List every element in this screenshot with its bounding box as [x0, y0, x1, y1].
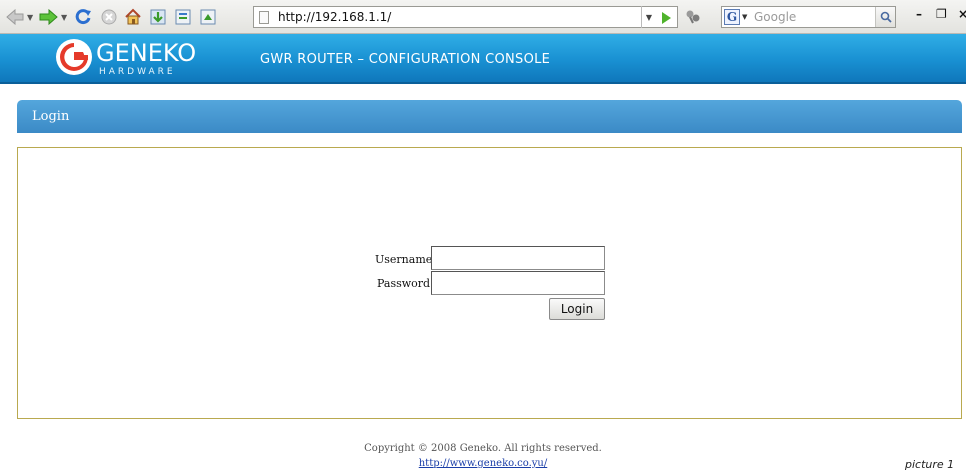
search-icon	[880, 11, 892, 23]
forward-button[interactable]	[38, 7, 58, 27]
close-button[interactable]: ×	[958, 7, 966, 21]
search-input[interactable]	[754, 7, 874, 27]
stop-icon	[101, 9, 117, 25]
url-history-dropdown[interactable]: ▼	[641, 6, 656, 28]
search-bar[interactable]: G ▼	[721, 6, 896, 28]
geneko-logo-icon	[56, 39, 92, 75]
maximize-button[interactable]: ❐	[936, 7, 947, 21]
url-text[interactable]: http://192.168.1.1/	[278, 10, 391, 24]
screenshot-icon	[200, 9, 216, 25]
search-engine-dropdown[interactable]: ▼	[742, 13, 747, 21]
login-button[interactable]: Login	[549, 298, 605, 320]
username-field[interactable]	[431, 246, 605, 270]
address-bar[interactable]: http://192.168.1.1/	[253, 6, 678, 28]
stop-button[interactable]	[101, 7, 117, 27]
minimize-button[interactable]: –	[916, 7, 922, 21]
go-button[interactable]	[659, 10, 673, 29]
logo-subtitle: HARDWARE	[99, 67, 176, 77]
login-section-header: Login	[17, 100, 962, 133]
addon-button[interactable]	[685, 7, 701, 27]
back-button[interactable]	[6, 7, 24, 27]
google-engine-icon[interactable]: G	[724, 9, 740, 25]
username-label: Username	[375, 253, 433, 266]
password-label: Password	[377, 277, 431, 290]
home-icon	[125, 8, 141, 25]
download-button[interactable]	[149, 7, 167, 27]
back-history-dropdown[interactable]: ▼	[27, 7, 33, 27]
geneko-website-link[interactable]: http://www.geneko.co.yu/	[0, 458, 966, 469]
forward-icon	[39, 9, 58, 25]
section-title: Login	[32, 109, 70, 124]
picture-caption: picture 1	[905, 458, 955, 471]
bookmark-icon	[175, 9, 191, 25]
password-field[interactable]	[431, 271, 605, 295]
back-icon	[6, 9, 24, 25]
go-icon	[662, 12, 671, 24]
reload-button[interactable]	[74, 7, 92, 27]
browser-toolbar: ▼ ▼ http://192.168.1.1/ ▼ G ▼ Google – ❐…	[0, 0, 966, 34]
search-button[interactable]	[875, 7, 895, 27]
page-icon	[259, 11, 269, 24]
reload-icon	[75, 9, 91, 25]
bookmarks-button[interactable]	[174, 7, 192, 27]
console-title: GWR ROUTER – CONFIGURATION CONSOLE	[260, 52, 551, 67]
screenshot-button[interactable]	[199, 7, 217, 27]
addon-icon	[686, 10, 700, 24]
home-button[interactable]	[124, 7, 142, 27]
download-icon	[150, 9, 166, 25]
logo-wordmark: GENEKO	[96, 39, 197, 67]
forward-history-dropdown[interactable]: ▼	[61, 7, 67, 27]
copyright-text: Copyright © 2008 Geneko. All rights rese…	[364, 443, 602, 454]
